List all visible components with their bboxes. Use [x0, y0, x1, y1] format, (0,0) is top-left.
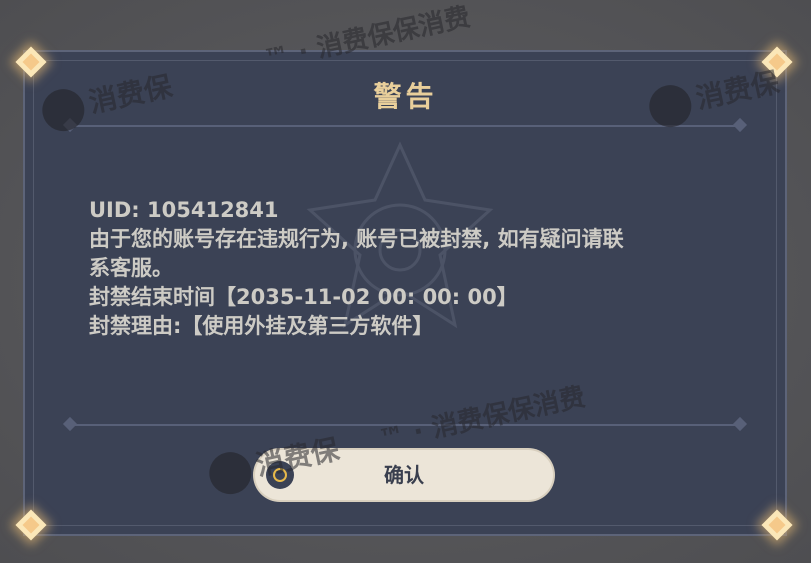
ban-notice-line: 由于您的账号存在违规行为, 账号已被封禁, 如有疑问请联: [89, 227, 624, 251]
ban-message: UID: 105412841 由于您的账号存在违规行为, 账号已被封禁, 如有疑…: [89, 196, 729, 341]
uid-line: UID: 105412841: [89, 198, 279, 222]
ban-notice-line-cont: 系客服。: [89, 256, 173, 280]
screen: 警告 UID: 105412841 由于您的账号存在违规行为, 账号已被封禁, …: [0, 0, 811, 563]
ban-end-time: 封禁结束时间【2035-11-02 00: 00: 00】: [89, 285, 518, 309]
ban-reason: 封禁理由:【使用外挂及第三方软件】: [89, 314, 434, 338]
top-divider: [72, 125, 740, 127]
watermark-logo-icon: [205, 448, 256, 499]
watermark-logo-icon: [38, 85, 89, 136]
watermark-logo-icon: [645, 81, 696, 132]
